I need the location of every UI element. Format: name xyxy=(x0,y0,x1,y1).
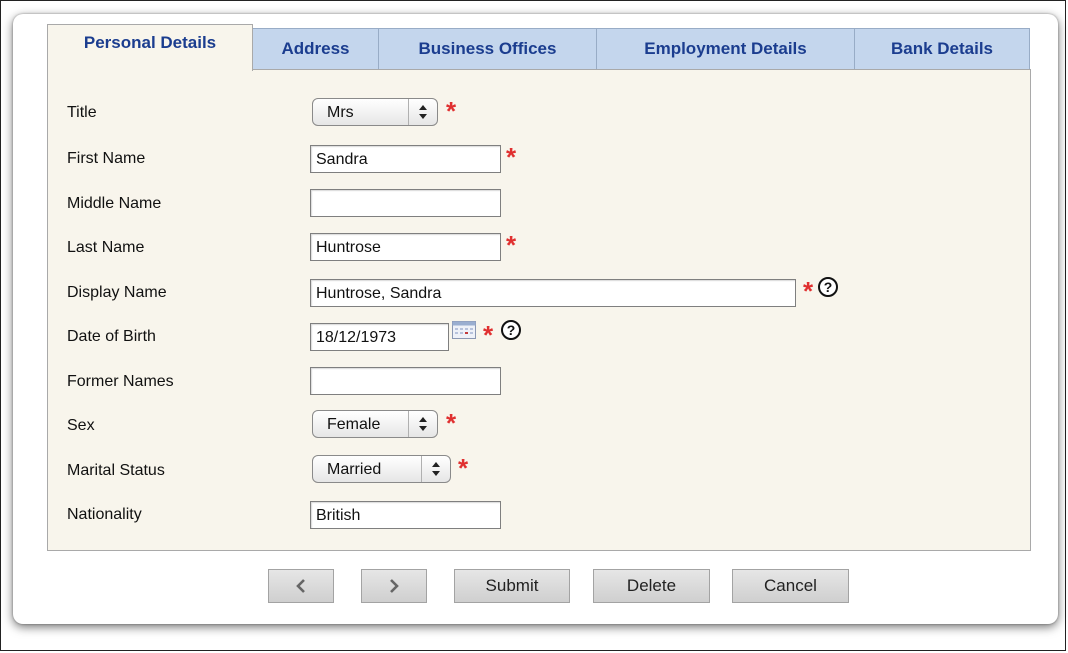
sex-label: Sex xyxy=(67,417,95,434)
tab-label: Employment Details xyxy=(644,39,807,58)
tab-label: Business Offices xyxy=(418,39,557,58)
required-marker: * xyxy=(506,142,517,172)
nationality-field[interactable]: British xyxy=(310,501,501,529)
marital-status-label: Marital Status xyxy=(67,462,165,479)
tab-personal-details[interactable]: Personal Details xyxy=(47,24,253,71)
former-names-label: Former Names xyxy=(67,373,174,390)
calendar-icon[interactable] xyxy=(452,321,476,339)
tab-label: Address xyxy=(281,39,350,58)
marital-status-select-value: Married xyxy=(327,461,382,478)
tab-business-offices[interactable]: Business Offices xyxy=(378,28,597,69)
middle-name-label: Middle Name xyxy=(67,195,162,212)
title-select[interactable]: Mrs xyxy=(312,98,438,126)
delete-button[interactable]: Delete xyxy=(593,569,710,603)
required-marker: * xyxy=(483,320,494,350)
title-select-value: Mrs xyxy=(327,104,354,121)
sex-select[interactable]: Female xyxy=(312,410,438,438)
tab-label: Personal Details xyxy=(83,33,217,52)
sex-select-value: Female xyxy=(327,416,381,433)
required-marker: * xyxy=(446,408,457,438)
date-of-birth-field[interactable]: 18/12/1973 xyxy=(310,323,449,351)
date-of-birth-label: Date of Birth xyxy=(67,328,156,345)
previous-button[interactable] xyxy=(268,569,334,603)
chevron-left-icon xyxy=(296,579,306,593)
first-name-label: First Name xyxy=(67,150,146,167)
first-name-field[interactable]: Sandra xyxy=(310,145,501,173)
help-icon[interactable]: ? xyxy=(501,320,521,340)
tab-bank-details[interactable]: Bank Details xyxy=(854,28,1030,69)
tab-employment-details[interactable]: Employment Details xyxy=(596,28,855,69)
middle-name-field[interactable] xyxy=(310,189,501,217)
tab-bar: Address Business Offices Employment Deta… xyxy=(47,24,1031,71)
required-marker: * xyxy=(506,230,517,260)
chevron-right-icon xyxy=(389,579,399,593)
display-name-field[interactable]: Huntrose, Sandra xyxy=(310,279,796,307)
personal-details-panel xyxy=(47,69,1031,551)
nationality-label: Nationality xyxy=(67,506,142,523)
help-icon[interactable]: ? xyxy=(818,277,838,297)
last-name-label: Last Name xyxy=(67,239,145,256)
up-down-chevron-icon xyxy=(408,411,437,437)
required-marker: * xyxy=(446,96,457,126)
required-marker: * xyxy=(803,276,814,306)
required-marker: * xyxy=(458,453,469,483)
up-down-chevron-icon xyxy=(421,456,450,482)
marital-status-select[interactable]: Married xyxy=(312,455,451,483)
cancel-button[interactable]: Cancel xyxy=(732,569,849,603)
last-name-field[interactable]: Huntrose xyxy=(310,233,501,261)
tab-label: Bank Details xyxy=(890,39,994,58)
up-down-chevron-icon xyxy=(408,99,437,125)
next-button[interactable] xyxy=(361,569,427,603)
former-names-field[interactable] xyxy=(310,367,501,395)
tab-address[interactable]: Address xyxy=(252,28,379,69)
display-name-label: Display Name xyxy=(67,284,167,301)
title-label: Title xyxy=(67,104,97,121)
submit-button[interactable]: Submit xyxy=(454,569,570,603)
